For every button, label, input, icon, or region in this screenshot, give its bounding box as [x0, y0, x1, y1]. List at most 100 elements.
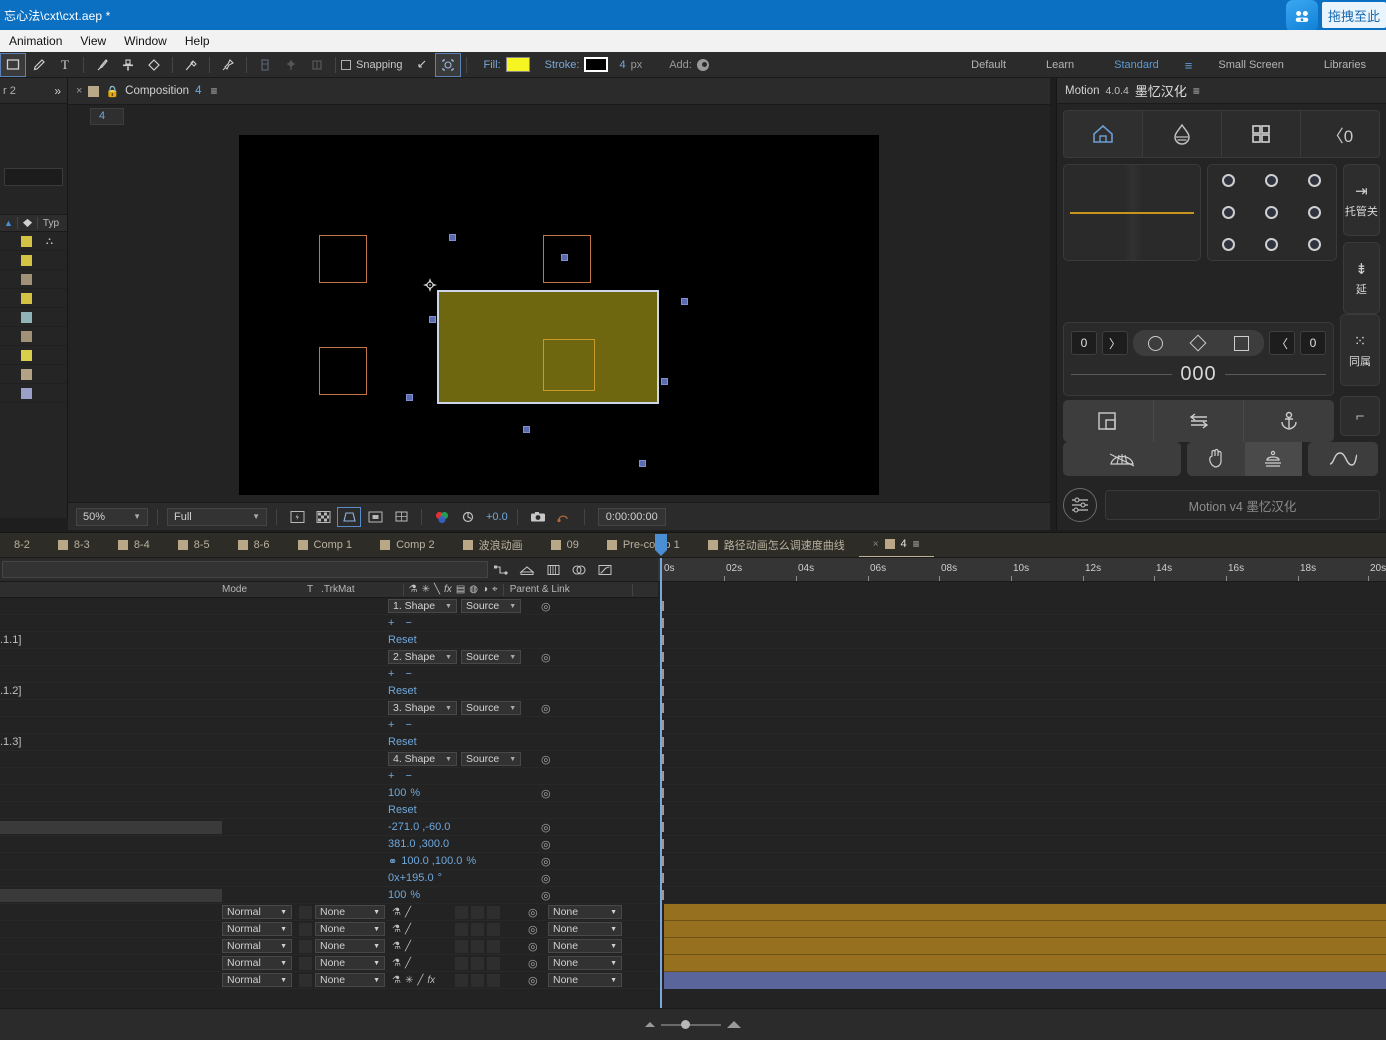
timeline-tab-8-6[interactable]: 8-6 [224, 533, 284, 557]
workspace-standard[interactable]: Standard [1094, 52, 1179, 78]
menu-window[interactable]: Window [115, 30, 176, 52]
expression-icon[interactable]: ◎ [528, 923, 538, 936]
quality-icon[interactable]: ╱ [417, 975, 423, 986]
layer-duration-bar[interactable] [664, 921, 1386, 938]
shy-icon[interactable]: ⚗ [392, 924, 401, 935]
quality-icon[interactable]: ╱ [405, 907, 411, 918]
keyframe-marker[interactable] [662, 771, 664, 781]
track-row[interactable] [658, 802, 1386, 819]
zoom-level-select[interactable]: 50% ▼ [76, 507, 148, 526]
layer-row[interactable]: Normal ▼ None ▼ ⚗ ╱ ◎ None ▼ [0, 921, 658, 938]
layer-row[interactable]: Normal ▼ None ▼ ⚗ ╱ ◎ None ▼ [0, 938, 658, 955]
inner-shape-rect[interactable] [543, 339, 595, 391]
track-row[interactable] [658, 836, 1386, 853]
property-row[interactable]: -271.0 ,-60.0 ◎ [0, 819, 658, 836]
keyframe-marker[interactable] [662, 839, 664, 849]
fast-preview-icon[interactable] [286, 508, 308, 526]
expression-icon[interactable]: ◎ [541, 872, 551, 885]
preserve-transparency-toggle[interactable] [299, 956, 312, 970]
motion-version-button[interactable]: Motion v4 墨忆汉化 [1105, 490, 1380, 520]
composition-canvas[interactable] [239, 135, 879, 495]
path-handle[interactable] [523, 426, 530, 433]
stroke-width-value[interactable]: 4 [619, 59, 625, 71]
lock-icon[interactable]: 🔒 [105, 85, 119, 98]
reset-link[interactable]: Reset [388, 685, 417, 697]
property-row[interactable]: + − [0, 768, 658, 785]
keyframe-marker[interactable] [662, 754, 664, 764]
composition-name-chip[interactable]: 4 [90, 107, 124, 125]
track-matte-select[interactable]: None ▼ [315, 956, 385, 970]
exposure-value[interactable]: +0.0 [486, 511, 508, 523]
track-row[interactable] [658, 598, 1386, 615]
track-row[interactable] [658, 615, 1386, 632]
stack-button[interactable] [1244, 442, 1302, 476]
timeline-tab-8-2[interactable]: 8-2 [0, 533, 44, 557]
anchor-dot-top-right[interactable] [1307, 174, 1321, 188]
clone-stamp-tool[interactable] [116, 54, 140, 76]
layer-switch-group[interactable]: ⚗ ╱ [392, 907, 411, 918]
track-row[interactable] [658, 734, 1386, 751]
snapshot-camera-icon[interactable] [527, 508, 549, 526]
parent-select[interactable]: None ▼ [548, 956, 622, 970]
rotation-value[interactable]: 0x+195.0 ° [388, 872, 442, 884]
brush-tool[interactable] [90, 54, 114, 76]
add-remove-controls[interactable]: + − [388, 770, 416, 782]
track-row[interactable] [658, 666, 1386, 683]
track-row[interactable] [658, 632, 1386, 649]
reset-link[interactable]: Reset [388, 804, 417, 816]
expression-icon[interactable]: ◎ [541, 838, 551, 851]
shy-layers-icon[interactable] [566, 559, 592, 581]
track-row[interactable] [658, 853, 1386, 870]
timeline-search-input[interactable] [2, 561, 488, 578]
blend-mode-select[interactable]: Normal ▼ [222, 905, 292, 919]
fan-button[interactable] [1063, 442, 1181, 476]
show-snapshot-icon[interactable] [553, 508, 575, 526]
expression-icon[interactable]: ◎ [528, 957, 538, 970]
property-row[interactable]: 381.0 ,300.0 ◎ [0, 836, 658, 853]
puppet-mesh-tool[interactable] [305, 54, 329, 76]
keyframe-marker[interactable] [662, 703, 664, 713]
layer-switch-group[interactable]: ⚗ ╱ [392, 958, 411, 969]
timeline-tab-path-animation[interactable]: 路径动画怎么调速度曲线 [694, 533, 859, 557]
keyframe-marker[interactable] [662, 686, 664, 696]
list-item[interactable] [0, 308, 67, 327]
mask-path-icon[interactable] [337, 506, 361, 527]
puppet-pin-tool[interactable] [216, 54, 240, 76]
anchor-dot-bottom-left[interactable] [1222, 237, 1236, 251]
workspace-small-screen[interactable]: Small Screen [1198, 52, 1303, 78]
shy-icon[interactable]: ⚗ [392, 941, 401, 952]
keyframe-marker[interactable] [662, 856, 664, 866]
layer-switch-blocks[interactable] [455, 939, 500, 953]
motion-tab-grid[interactable] [1222, 111, 1301, 157]
motion-settings-button[interactable] [1063, 488, 1097, 522]
composition-viewer[interactable] [68, 127, 1050, 502]
list-item[interactable] [0, 289, 67, 308]
track-row[interactable] [658, 955, 1386, 972]
source-select[interactable]: Source ▼ [460, 752, 522, 766]
menu-view[interactable]: View [71, 30, 115, 52]
layer-switch-group[interactable]: ⚗ ╱ [392, 924, 411, 935]
blend-mode-select[interactable]: Normal ▼ [222, 922, 292, 936]
keyframe-marker[interactable] [662, 618, 664, 628]
duplicate-button[interactable] [1063, 400, 1154, 442]
menu-help[interactable]: Help [176, 30, 219, 52]
source-select[interactable]: Source ▼ [460, 599, 522, 613]
list-item[interactable] [0, 384, 67, 403]
timeline-tab-4[interactable]: × 4 ≡ [858, 533, 934, 557]
layer-duration-bar[interactable] [664, 955, 1386, 972]
parent-select[interactable]: None ▼ [548, 922, 622, 936]
project-tab-label[interactable]: r 2 [0, 85, 16, 97]
layer-switch-group[interactable]: ⚗ ╱ [392, 941, 411, 952]
keyframe-influence-in[interactable]: 0 [1071, 331, 1097, 355]
shy-icon[interactable]: ⚗ [392, 958, 401, 969]
expression-icon[interactable]: ◎ [528, 940, 538, 953]
side-card-corner[interactable]: ⌐ [1340, 396, 1380, 436]
timeline-tab-comp-2[interactable]: Comp 2 [366, 533, 449, 557]
motion-tab-zero[interactable]: 〈0 [1301, 111, 1379, 157]
quality-icon[interactable]: ╱ [405, 958, 411, 969]
track-row[interactable] [658, 819, 1386, 836]
keyframe-marker[interactable] [662, 720, 664, 730]
track-matte-select[interactable]: None ▼ [315, 939, 385, 953]
timeline-tab-09[interactable]: 09 [537, 533, 593, 557]
menu-animation[interactable]: Animation [0, 30, 71, 52]
